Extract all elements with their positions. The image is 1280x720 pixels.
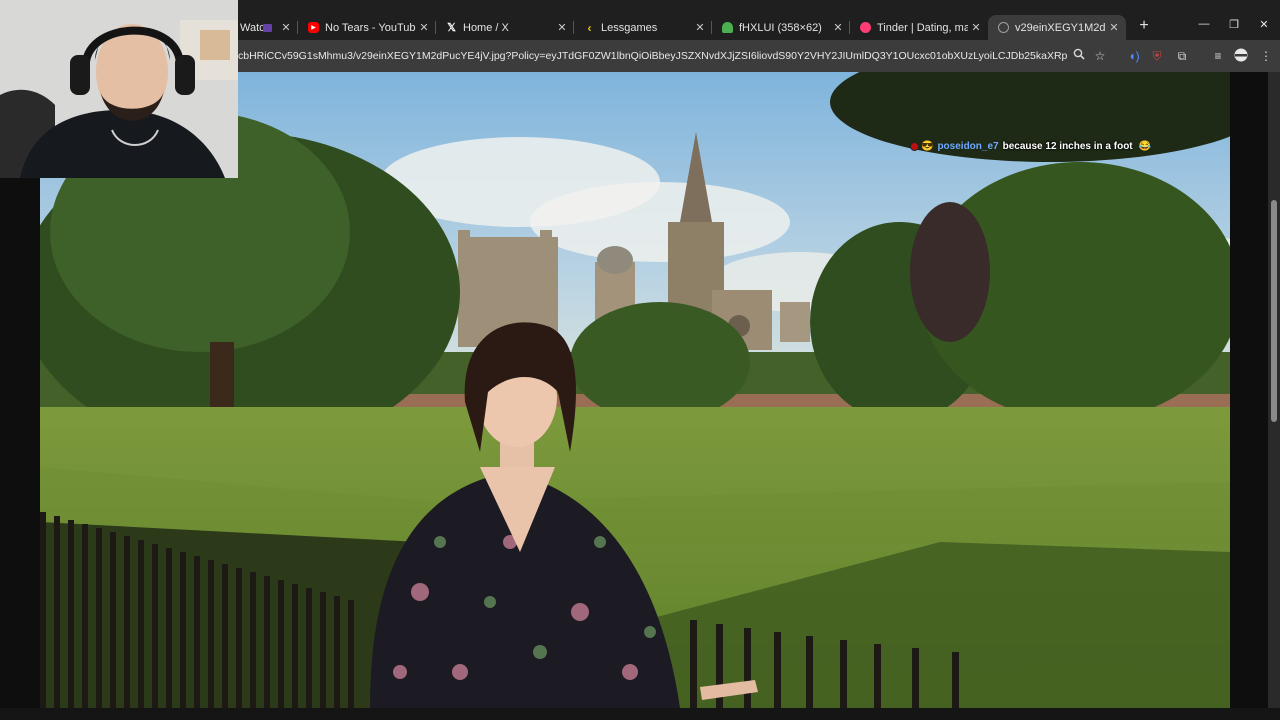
close-tab-icon[interactable]: ✕ xyxy=(1106,21,1122,34)
tab-title: Watch xyxy=(240,21,263,34)
tab-title: No Tears - YouTube xyxy=(325,21,416,34)
stream-chat-message: 😎 poseidon_e7 because 12 inches in a foo… xyxy=(910,139,1151,153)
streamer-webcam xyxy=(0,0,238,178)
tab-image-file[interactable]: fHXLUI (358×62) ✕ xyxy=(712,15,850,40)
chat-message-text: because 12 inches in a foot xyxy=(1002,140,1133,152)
twitch-icon xyxy=(263,23,272,32)
x-icon: 𝕏 xyxy=(447,22,456,34)
tab-watch[interactable]: Watch ✕ xyxy=(238,15,298,40)
new-tab-button[interactable]: + xyxy=(1136,17,1152,35)
bookmark-star-icon[interactable]: ☆ xyxy=(1092,48,1108,64)
chat-emote-icon: 😎 xyxy=(921,140,934,152)
tab-tinder[interactable]: Tinder | Dating, make frie ✕ xyxy=(850,15,988,40)
close-tab-icon[interactable]: ✕ xyxy=(830,21,846,34)
tab-title: Lessgames xyxy=(601,21,658,34)
tinder-icon xyxy=(860,22,871,33)
globe-icon xyxy=(998,22,1009,33)
extension-shield-icon[interactable]: ⛨ xyxy=(1149,48,1165,64)
tab-x[interactable]: 𝕏 Home / X ✕ xyxy=(436,15,574,40)
restore-icon[interactable]: ❐ xyxy=(1226,18,1242,31)
chevron-icon: ‹ xyxy=(587,20,592,35)
tab-title: Tinder | Dating, make frie xyxy=(877,21,968,34)
close-window-icon[interactable]: ✕ xyxy=(1256,18,1272,31)
taskbar-edge xyxy=(0,708,1280,720)
browser-menu-icon[interactable]: ⋮ xyxy=(1258,48,1274,64)
chat-emote-icon: 😂 xyxy=(1138,140,1152,152)
screen: Watch ✕ ▶ No Tears - YouTube ✕ 𝕏 Home / … xyxy=(0,0,1280,720)
extensions-puzzle-icon[interactable]: ⧉ xyxy=(1174,48,1190,64)
page-scrollbar-thumb[interactable] xyxy=(1271,200,1277,422)
tab-list: Watch ✕ ▶ No Tears - YouTube ✕ 𝕏 Home / … xyxy=(238,15,1126,40)
tab-title: Home / X xyxy=(463,21,509,34)
tab-title: fHXLUI (358×62) xyxy=(739,21,822,34)
close-tab-icon[interactable]: ✕ xyxy=(278,21,294,34)
tab-youtube[interactable]: ▶ No Tears - YouTube ✕ xyxy=(298,15,436,40)
tab-lessgames[interactable]: ‹ Lessgames ✕ xyxy=(574,15,712,40)
zoom-search-icon[interactable] xyxy=(1071,48,1087,64)
tab-active-image[interactable]: v29einXEGY1M2dPucYE4j ✕ xyxy=(988,15,1126,40)
image-file-icon xyxy=(722,22,733,33)
close-tab-icon[interactable]: ✕ xyxy=(554,21,570,34)
chat-badge-icon xyxy=(910,141,919,151)
tab-title: v29einXEGY1M2dPucYE4j xyxy=(1015,21,1106,34)
close-tab-icon[interactable]: ✕ xyxy=(416,21,432,34)
close-tab-icon[interactable]: ✕ xyxy=(968,21,984,34)
profile-avatar-icon[interactable] xyxy=(1233,48,1249,64)
media-queue-icon[interactable]: ≡ xyxy=(1210,48,1226,64)
close-tab-icon[interactable]: ✕ xyxy=(692,21,708,34)
extension-audio-icon[interactable]: ◖) xyxy=(1126,48,1142,64)
minimize-icon[interactable]: — xyxy=(1196,18,1212,30)
address-bar[interactable]: cbHRiCCv59G1sMhmu3/v29einXEGY1M2dPucYE4j… xyxy=(238,47,1068,65)
chat-username: poseidon_e7 xyxy=(937,140,999,152)
youtube-icon: ▶ xyxy=(308,22,319,33)
